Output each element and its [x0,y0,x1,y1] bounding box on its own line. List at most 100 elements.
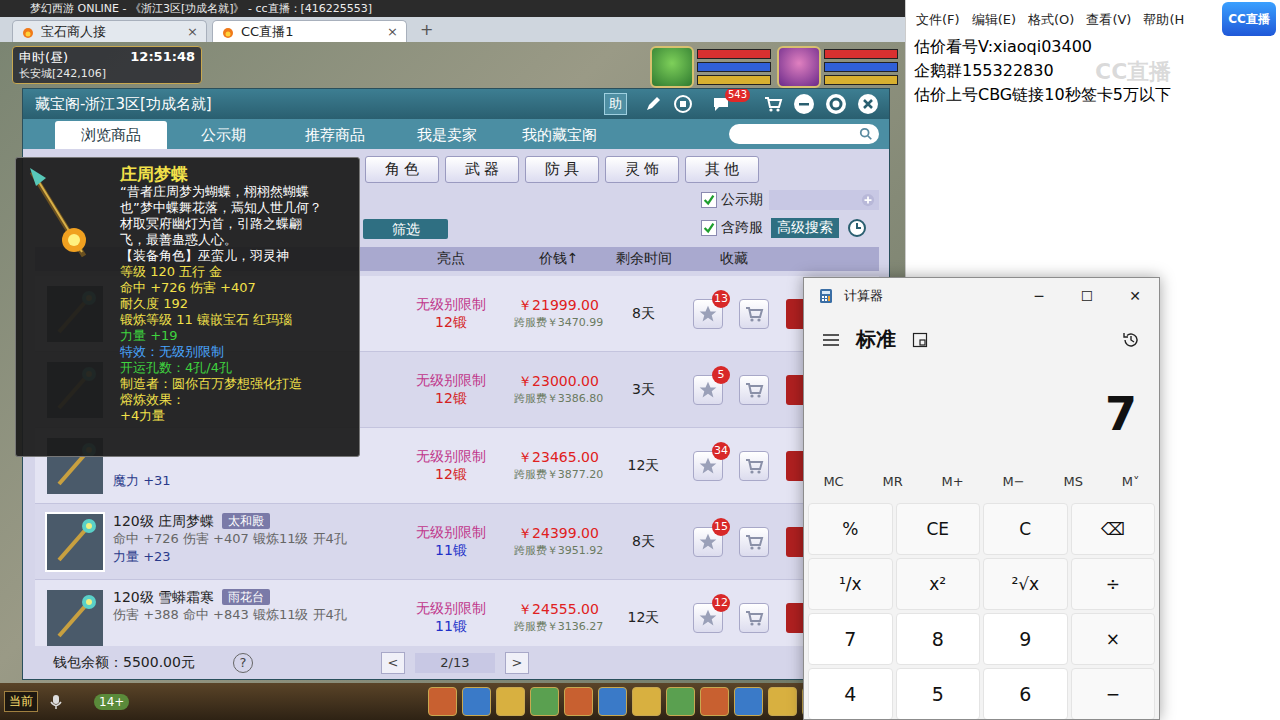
panel-tab[interactable]: 推荐商品 [279,121,391,149]
chat-channel[interactable]: 当前 [4,691,38,712]
memory-button[interactable]: M˅ [1122,474,1140,489]
menu-item[interactable]: 编辑(E) [972,11,1016,29]
add-cart-button[interactable] [739,603,769,633]
menu-item[interactable]: 查看(V) [1086,11,1131,29]
calculator-key[interactable]: 6 [983,668,1068,720]
favorite-button[interactable]: 5 [693,375,723,405]
portrait-icon[interactable] [777,46,821,88]
microphone-icon[interactable] [48,694,64,710]
menu-item[interactable]: 文件(F) [916,11,960,29]
menu-icon[interactable] [734,687,763,716]
column-header[interactable]: 价钱↑ [511,250,606,268]
calculator-key[interactable]: × [1071,613,1156,665]
calculator-key[interactable]: 5 [896,668,981,720]
calculator-key[interactable]: 4 [808,668,893,720]
menu-icon[interactable] [496,687,525,716]
tab-close-button[interactable]: × [187,24,198,39]
favorite-button[interactable]: 13 [693,299,723,329]
window-control[interactable]: ─ [1015,288,1063,304]
category-button[interactable]: 武 器 [445,156,519,183]
cart-icon [744,304,764,324]
column-header[interactable]: 亮点 [391,250,511,268]
advanced-search-button[interactable]: 高级搜索 [771,218,839,238]
menu-icon[interactable] [564,687,593,716]
menu-icon[interactable] [428,687,457,716]
calculator-key[interactable]: C [983,503,1068,555]
category-button[interactable]: 角 色 [365,156,439,183]
calculator-key[interactable]: 7 [808,613,893,665]
plus-icon[interactable] [861,193,875,207]
menu-icon[interactable] [632,687,661,716]
calculator-key[interactable]: ¹/x [808,558,893,610]
category-button[interactable]: 防 具 [525,156,599,183]
browser-tab[interactable]: CC直播1× [212,20,407,42]
add-cart-button[interactable] [739,451,769,481]
calculator-key[interactable]: − [1071,668,1156,720]
stop-icon[interactable] [673,94,693,114]
calculator-key[interactable]: x² [896,558,981,610]
page-indicator[interactable]: 2/13 [415,653,495,673]
window-control[interactable]: ☐ [1063,288,1111,304]
filter-button[interactable]: 筛选 [363,219,448,239]
hamburger-icon[interactable] [822,333,840,347]
menu-icon[interactable] [666,687,695,716]
new-tab-button[interactable]: + [412,20,441,39]
history-icon[interactable] [1121,330,1141,350]
calculator-key[interactable]: ²√x [983,558,1068,610]
clock-icon[interactable] [847,218,867,238]
search-field[interactable] [729,124,879,144]
calculator-key[interactable]: ÷ [1071,558,1156,610]
notice-field[interactable] [769,190,879,210]
calculator-key[interactable]: ⌫ [1071,503,1156,555]
next-page-button[interactable]: > [505,652,529,674]
menu-icon[interactable] [598,687,627,716]
menu-icon[interactable] [768,687,797,716]
panel-tab[interactable]: 我的藏宝阁 [503,121,615,149]
category-button[interactable]: 其 他 [685,156,759,183]
memory-button[interactable]: MS [1063,474,1082,489]
menu-icon[interactable] [700,687,729,716]
menu-item[interactable]: 帮助(H [1143,11,1184,29]
column-header[interactable]: 收藏 [681,250,786,268]
browser-tab[interactable]: 宝石商人接× [12,20,207,42]
calculator-key[interactable]: 8 [896,613,981,665]
minimize-icon[interactable] [793,93,815,115]
checkbox[interactable] [701,220,717,236]
favorite-button[interactable]: 12 [693,603,723,633]
panel-tab[interactable]: 公示期 [167,121,279,149]
memory-button[interactable]: MR [883,474,903,489]
panel-tab[interactable]: 浏览商品 [55,121,167,149]
help-button[interactable]: 助 [604,93,627,115]
prev-page-button[interactable]: < [381,652,405,674]
add-cart-button[interactable] [739,299,769,329]
cart-icon[interactable] [763,94,783,114]
menu-icon[interactable] [530,687,559,716]
memory-button[interactable]: M− [1003,474,1025,489]
checkbox[interactable] [701,192,717,208]
memory-button[interactable]: MC [823,474,843,489]
favorite-button[interactable]: 15 [693,527,723,557]
close-icon[interactable] [857,93,879,115]
listing-row[interactable]: 120级 雪蟒霜寒雨花台伤害 +388 命中 +843 锻炼11级 开4孔无级别… [35,580,879,646]
pen-icon[interactable] [643,94,663,114]
memory-button[interactable]: M+ [942,474,964,489]
notepad-text[interactable]: 估价看号V:xiaoqi03400企鹅群155322830估价上号CBG链接10… [906,29,1280,107]
keep-on-top-icon[interactable] [912,332,928,348]
window-control[interactable]: ✕ [1111,288,1159,304]
column-header[interactable]: 剩余时间 [606,250,681,268]
calculator-key[interactable]: % [808,503,893,555]
favorite-button[interactable]: 34 [693,451,723,481]
category-button[interactable]: 灵 饰 [605,156,679,183]
panel-tab[interactable]: 我是卖家 [391,121,503,149]
menu-icon[interactable] [462,687,491,716]
tab-close-button[interactable]: × [387,24,398,39]
calculator-key[interactable]: 9 [983,613,1068,665]
portrait-icon[interactable] [650,46,694,88]
add-cart-button[interactable] [739,375,769,405]
menu-item[interactable]: 格式(O) [1028,11,1074,29]
add-cart-button[interactable] [739,527,769,557]
wallet-help-button[interactable]: ? [233,653,253,673]
calculator-key[interactable]: CE [896,503,981,555]
listing-row[interactable]: 120级 庄周梦蝶太和殿命中 +726 伤害 +407 锻炼11级 开4孔力量 … [35,504,879,580]
gear-icon[interactable] [825,93,847,115]
